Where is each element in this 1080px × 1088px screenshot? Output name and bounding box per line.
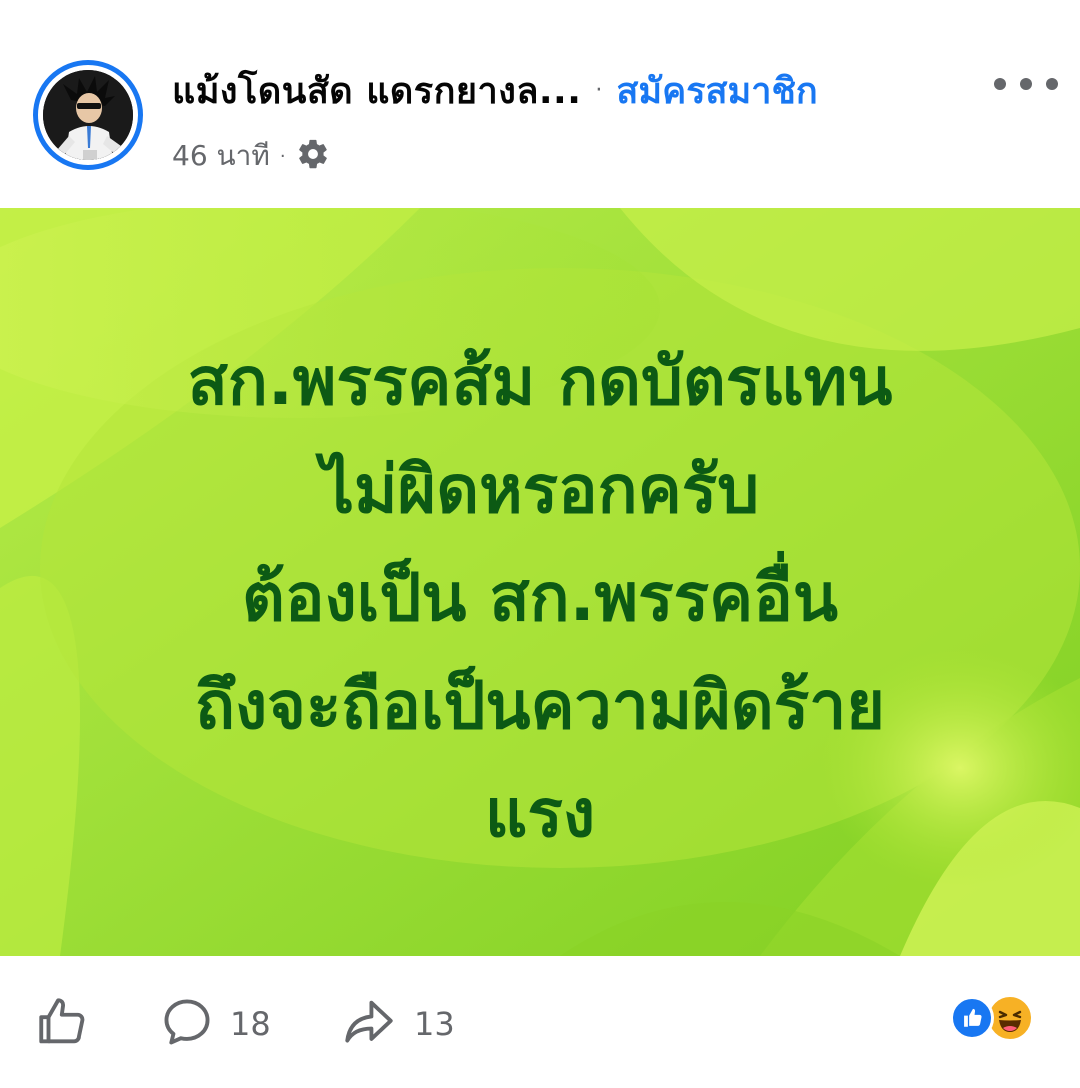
like-button[interactable]	[34, 994, 92, 1054]
author-name[interactable]: แม้งโดนสัด แดรกยางล...	[172, 62, 581, 119]
comment-icon	[158, 993, 216, 1055]
meta-separator-dot: ·	[279, 145, 286, 167]
more-dot	[1020, 78, 1032, 90]
post-text-line: ถึงจะถือเป็นความผิดร้าย	[195, 667, 885, 744]
share-button[interactable]: 13	[338, 994, 455, 1054]
share-count: 13	[414, 1005, 455, 1043]
gear-icon	[296, 137, 330, 175]
post-media[interactable]: สก.พรรคส้ม กดบัตรแทน ไม่ผิดหรอกครับ ต้อง…	[0, 208, 1080, 956]
more-options-icon[interactable]	[994, 66, 1058, 102]
reactions-summary[interactable]	[950, 994, 1046, 1044]
separator-dot: ·	[595, 77, 603, 103]
author-line: แม้งโดนสัด แดรกยางล... · สมัครสมาชิก	[172, 64, 818, 116]
thumbs-up-icon	[34, 993, 92, 1055]
post-text-line: แรง	[484, 775, 596, 852]
post-text-line: ไม่ผิดหรอกครับ	[320, 451, 760, 528]
comment-count: 18	[230, 1005, 271, 1043]
share-icon	[338, 993, 400, 1055]
post-text-block: สก.พรรคส้ม กดบัตรแทน ไม่ผิดหรอกครับ ต้อง…	[0, 328, 1080, 868]
post-text-line: ต้องเป็น สก.พรรคอื่น	[242, 559, 838, 636]
post-header: แม้งโดนสัด แดรกยางล... · สมัครสมาชิก 46 …	[0, 0, 1080, 208]
post-text-line: สก.พรรคส้ม กดบัตรแทน	[187, 343, 893, 420]
like-reaction-icon	[950, 996, 994, 1040]
avatar-illustration	[43, 70, 133, 160]
avatar[interactable]	[33, 60, 143, 170]
avatar-image	[43, 70, 133, 160]
more-dot	[994, 78, 1006, 90]
post-timestamp[interactable]: 46 นาที	[172, 134, 270, 178]
action-bar: 18 13	[0, 956, 1080, 1088]
comment-button[interactable]: 18	[158, 994, 271, 1054]
join-link[interactable]: สมัครสมาชิก	[616, 62, 817, 119]
post-meta: 46 นาที ·	[172, 134, 330, 178]
more-dot	[1046, 78, 1058, 90]
